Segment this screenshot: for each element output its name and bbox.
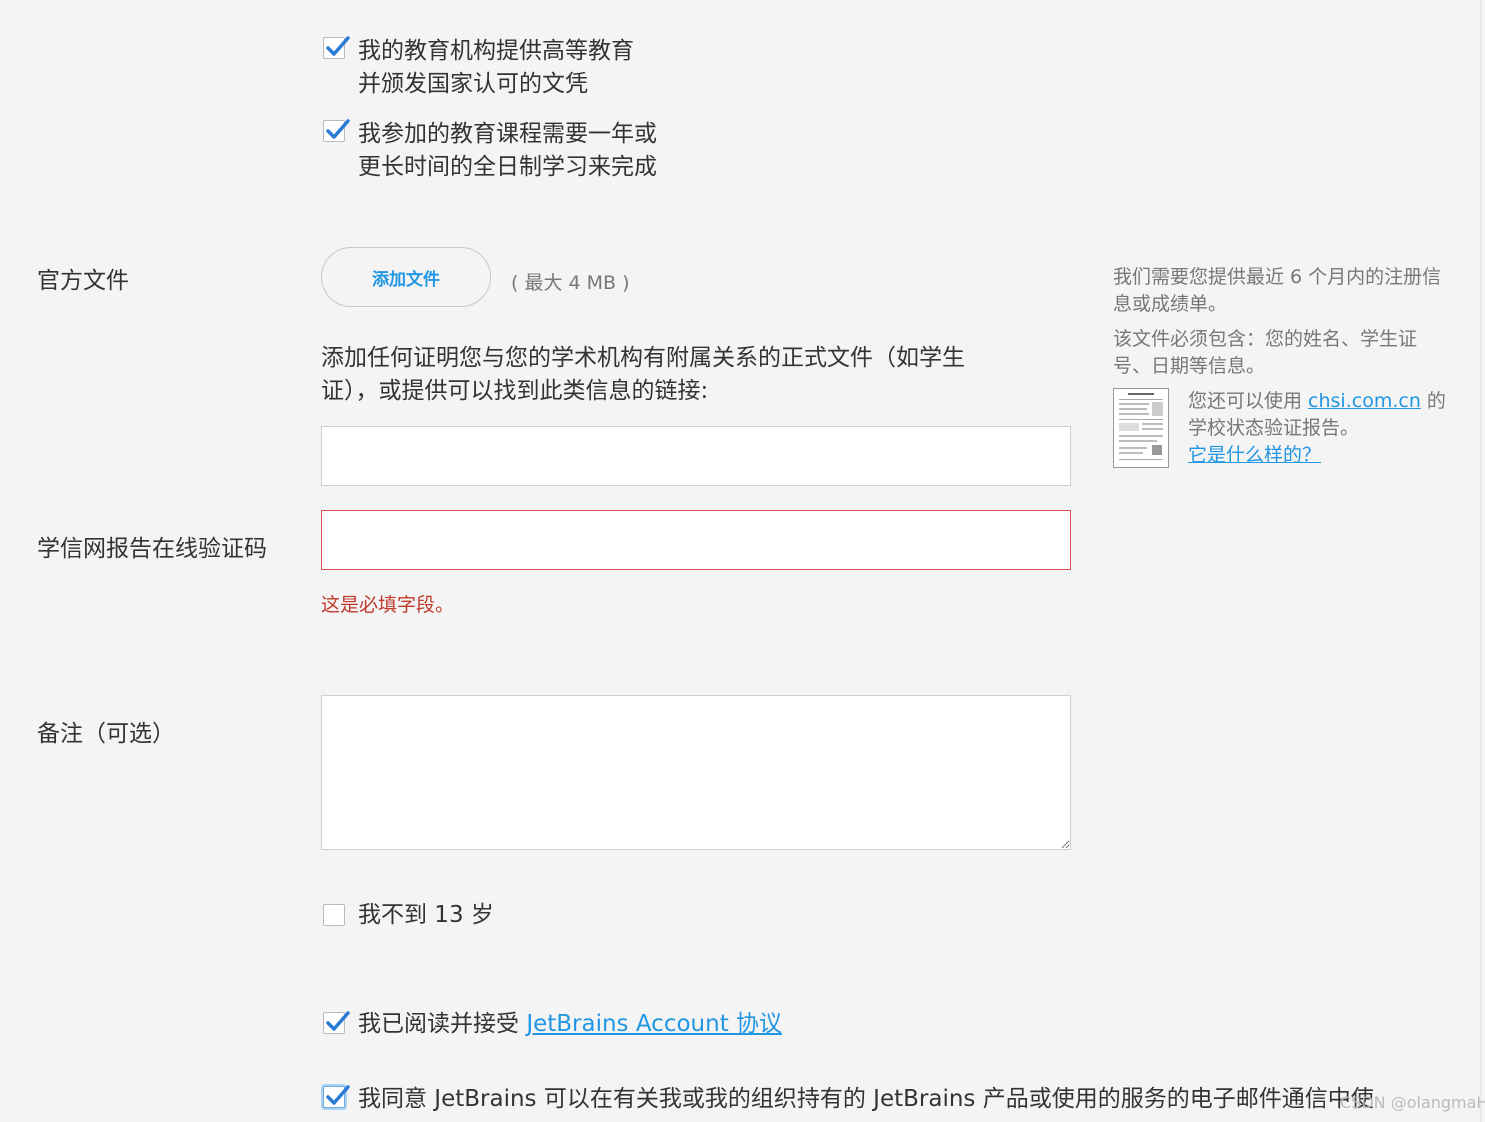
verification-code-input[interactable]	[321, 510, 1071, 570]
sidebar-chsi-info: 您还可以使用 chsi.com.cn 的学校状态验证报告。	[1188, 388, 1463, 442]
email-consent-label: 我同意 JetBrains 可以在有关我或我的组织持有的 JetBrains 产…	[358, 1086, 1374, 1112]
higher-education-label-line1: 我的教育机构提供高等教育	[358, 38, 634, 64]
account-agreement-label: 我已阅读并接受 JetBrains Account 协议	[358, 1008, 782, 1041]
document-link-input[interactable]	[321, 426, 1071, 486]
under-13-label: 我不到 13 岁	[358, 902, 494, 928]
notes-label: 备注（可选）	[37, 721, 175, 747]
checkmark-icon	[326, 36, 350, 56]
jetbrains-account-agreement-link[interactable]: JetBrains Account 协议	[526, 1011, 782, 1037]
agreement-prefix: 我已阅读并接受	[358, 1011, 527, 1037]
checkmark-icon	[326, 119, 350, 139]
official-docs-label: 官方文件	[37, 268, 129, 294]
higher-education-checkbox[interactable]	[323, 36, 350, 59]
watermark: CSDN @olangmaH	[1340, 1093, 1485, 1112]
higher-education-label-line2: 并颁发国家认可的文凭	[358, 71, 588, 97]
verification-code-label: 学信网报告在线验证码	[37, 536, 267, 562]
notes-textarea[interactable]	[321, 695, 1071, 850]
chsi-link[interactable]: chsi.com.cn	[1308, 390, 1421, 412]
full-time-course-checkbox[interactable]	[323, 119, 350, 142]
required-field-error: 这是必填字段。	[321, 594, 455, 616]
checkmark-icon	[326, 1011, 350, 1031]
official-docs-description: 添加任何证明您与您的学术机构有附属关系的正式文件（如学生证），或提供可以找到此类…	[321, 345, 965, 404]
checkmark-icon	[326, 1085, 350, 1105]
student-application-form: 我的教育机构提供高等教育 并颁发国家认可的文凭 我参加的教育课程需要一年或 更长…	[0, 0, 1485, 1122]
under-13-checkbox[interactable]	[323, 904, 345, 926]
add-file-button[interactable]: 添加文件	[321, 247, 491, 307]
sample-link-wrap: 它是什么样的？	[1188, 442, 1388, 469]
sidebar-document-requirements: 该文件必须包含：您的姓名、学生证号、日期等信息。	[1113, 328, 1418, 377]
sidebar-registration-info: 我们需要您提供最近 6 个月内的注册信息或成绩单。	[1113, 266, 1442, 315]
sample-report-thumbnail[interactable]	[1113, 388, 1169, 468]
full-time-course-label-line1: 我参加的教育课程需要一年或	[358, 121, 657, 147]
max-file-size-hint: ( 最大 4 MB )	[511, 272, 630, 294]
full-time-course-label-line2: 更长时间的全日制学习来完成	[358, 154, 657, 180]
document-preview-icon	[1119, 393, 1163, 460]
what-does-it-look-like-link[interactable]: 它是什么样的？	[1188, 444, 1321, 466]
account-agreement-checkbox[interactable]	[323, 1011, 350, 1034]
email-consent-checkbox[interactable]	[323, 1085, 350, 1108]
chsi-prefix: 您还可以使用	[1188, 390, 1309, 412]
